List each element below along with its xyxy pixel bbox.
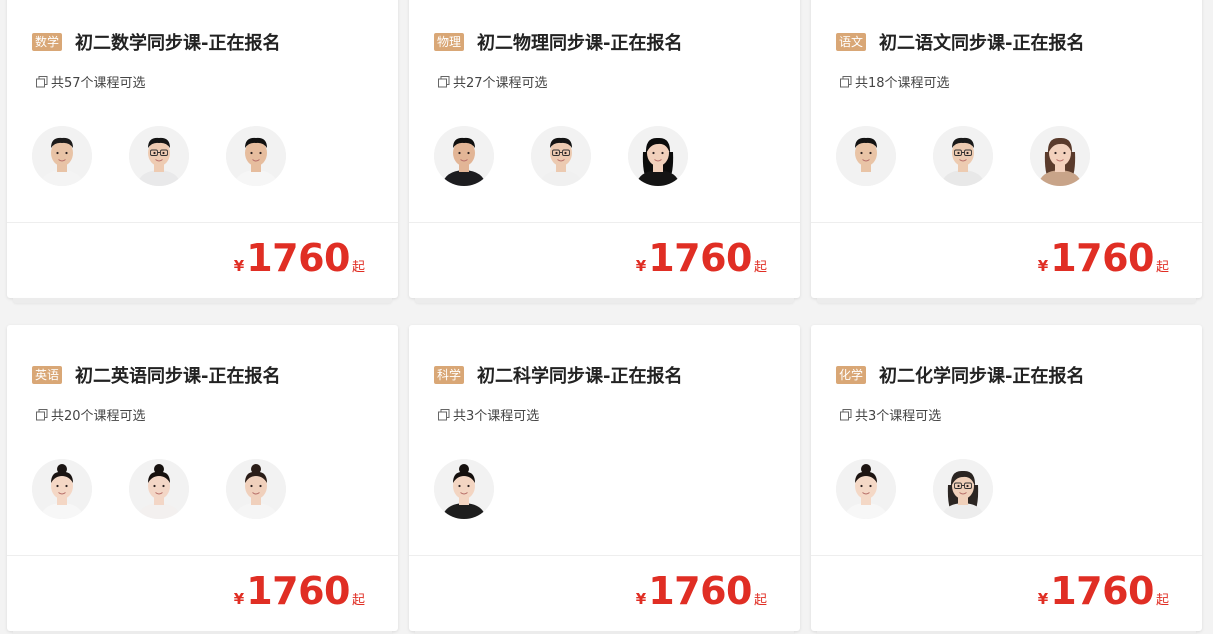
card-title-row: 科学 初二科学同步课-正在报名 xyxy=(434,363,683,387)
course-card[interactable]: 物理 初二物理同步课-正在报名 共27个课程可选 ¥ 1760 起 xyxy=(409,0,800,303)
copy-icon xyxy=(840,408,852,420)
divider xyxy=(409,222,800,223)
price: ¥ 1760 起 xyxy=(636,236,767,280)
price: ¥ 1760 起 xyxy=(234,569,365,613)
course-count-text: 共3个课程可选 xyxy=(453,409,540,424)
teacher-avatars xyxy=(32,126,323,186)
course-count-text: 共3个课程可选 xyxy=(855,409,942,424)
course-count: 共27个课程可选 xyxy=(438,72,548,91)
price-suffix: 起 xyxy=(351,260,365,275)
course-title[interactable]: 初二物理同步课-正在报名 xyxy=(477,29,682,55)
teacher-avatar[interactable] xyxy=(434,459,494,519)
divider xyxy=(811,555,1202,556)
course-card[interactable]: 语文 初二语文同步课-正在报名 共18个课程可选 ¥ 1760 起 xyxy=(811,0,1202,303)
teacher-avatars xyxy=(836,126,1127,186)
course-count-text: 共27个课程可选 xyxy=(453,76,548,91)
subject-tag: 英语 xyxy=(32,366,63,384)
teacher-avatar[interactable] xyxy=(129,459,189,519)
price: ¥ 1760 起 xyxy=(234,236,365,280)
price-amount: 1760 xyxy=(1050,236,1154,280)
price-amount: 1760 xyxy=(246,569,350,613)
copy-icon xyxy=(36,408,48,420)
copy-icon xyxy=(36,75,48,87)
teacher-avatar[interactable] xyxy=(32,459,92,519)
course-count-text: 共57个课程可选 xyxy=(51,76,146,91)
teacher-avatars xyxy=(836,459,1030,519)
teacher-avatar[interactable] xyxy=(129,126,189,186)
price-amount: 1760 xyxy=(648,236,752,280)
teacher-avatar[interactable] xyxy=(226,126,286,186)
card-title-row: 语文 初二语文同步课-正在报名 xyxy=(836,30,1085,54)
course-title[interactable]: 初二数学同步课-正在报名 xyxy=(75,29,280,55)
course-title[interactable]: 初二化学同步课-正在报名 xyxy=(879,362,1084,388)
copy-icon xyxy=(438,408,450,420)
divider xyxy=(7,555,398,556)
teacher-avatar[interactable] xyxy=(933,459,993,519)
copy-icon xyxy=(438,75,450,87)
subject-tag: 化学 xyxy=(836,366,867,384)
course-card[interactable]: 科学 初二科学同步课-正在报名 共3个课程可选 ¥ 1760 起 xyxy=(409,325,800,634)
divider xyxy=(7,222,398,223)
price: ¥ 1760 起 xyxy=(636,569,767,613)
price-amount: 1760 xyxy=(648,569,752,613)
subject-tag: 数学 xyxy=(32,33,63,51)
course-card[interactable]: 数学 初二数学同步课-正在报名 共57个课程可选 ¥ 1760 起 xyxy=(7,0,398,303)
course-count: 共3个课程可选 xyxy=(438,405,539,424)
currency-symbol: ¥ xyxy=(635,257,647,275)
copy-icon xyxy=(840,75,852,87)
teacher-avatar[interactable] xyxy=(836,459,896,519)
teacher-avatars xyxy=(434,126,725,186)
subject-tag: 语文 xyxy=(836,33,867,51)
card-title-row: 数学 初二数学同步课-正在报名 xyxy=(32,30,281,54)
price-suffix: 起 xyxy=(1155,593,1169,608)
currency-symbol: ¥ xyxy=(233,590,245,608)
price-suffix: 起 xyxy=(753,593,767,608)
subject-tag: 物理 xyxy=(434,33,465,51)
price-amount: 1760 xyxy=(246,236,350,280)
currency-symbol: ¥ xyxy=(1037,590,1049,608)
price-suffix: 起 xyxy=(753,260,767,275)
price-amount: 1760 xyxy=(1050,569,1154,613)
price-suffix: 起 xyxy=(351,593,365,608)
course-title[interactable]: 初二语文同步课-正在报名 xyxy=(879,29,1084,55)
currency-symbol: ¥ xyxy=(635,590,647,608)
teacher-avatars xyxy=(434,459,531,519)
course-title[interactable]: 初二科学同步课-正在报名 xyxy=(477,362,682,388)
course-count: 共3个课程可选 xyxy=(840,405,941,424)
course-count: 共18个课程可选 xyxy=(840,72,950,91)
course-card[interactable]: 化学 初二化学同步课-正在报名 共3个课程可选 ¥ 1760 起 xyxy=(811,325,1202,634)
teacher-avatar[interactable] xyxy=(933,126,993,186)
course-card[interactable]: 英语 初二英语同步课-正在报名 共20个课程可选 ¥ 1760 起 xyxy=(7,325,398,634)
teacher-avatar[interactable] xyxy=(1030,126,1090,186)
card-title-row: 化学 初二化学同步课-正在报名 xyxy=(836,363,1085,387)
currency-symbol: ¥ xyxy=(233,257,245,275)
course-count: 共57个课程可选 xyxy=(36,72,146,91)
course-count-text: 共20个课程可选 xyxy=(51,409,146,424)
teacher-avatars xyxy=(32,459,323,519)
price-suffix: 起 xyxy=(1155,260,1169,275)
teacher-avatar[interactable] xyxy=(434,126,494,186)
teacher-avatar[interactable] xyxy=(628,126,688,186)
teacher-avatar[interactable] xyxy=(836,126,896,186)
course-count: 共20个课程可选 xyxy=(36,405,146,424)
card-title-row: 物理 初二物理同步课-正在报名 xyxy=(434,30,683,54)
teacher-avatar[interactable] xyxy=(32,126,92,186)
course-count-text: 共18个课程可选 xyxy=(855,76,950,91)
teacher-avatar[interactable] xyxy=(531,126,591,186)
price: ¥ 1760 起 xyxy=(1038,569,1169,613)
price: ¥ 1760 起 xyxy=(1038,236,1169,280)
card-title-row: 英语 初二英语同步课-正在报名 xyxy=(32,363,281,387)
course-title[interactable]: 初二英语同步课-正在报名 xyxy=(75,362,280,388)
course-card-grid: 数学 初二数学同步课-正在报名 共57个课程可选 ¥ 1760 起 物理 初二物… xyxy=(7,0,1203,634)
divider xyxy=(811,222,1202,223)
divider xyxy=(409,555,800,556)
teacher-avatar[interactable] xyxy=(226,459,286,519)
currency-symbol: ¥ xyxy=(1037,257,1049,275)
subject-tag: 科学 xyxy=(434,366,465,384)
